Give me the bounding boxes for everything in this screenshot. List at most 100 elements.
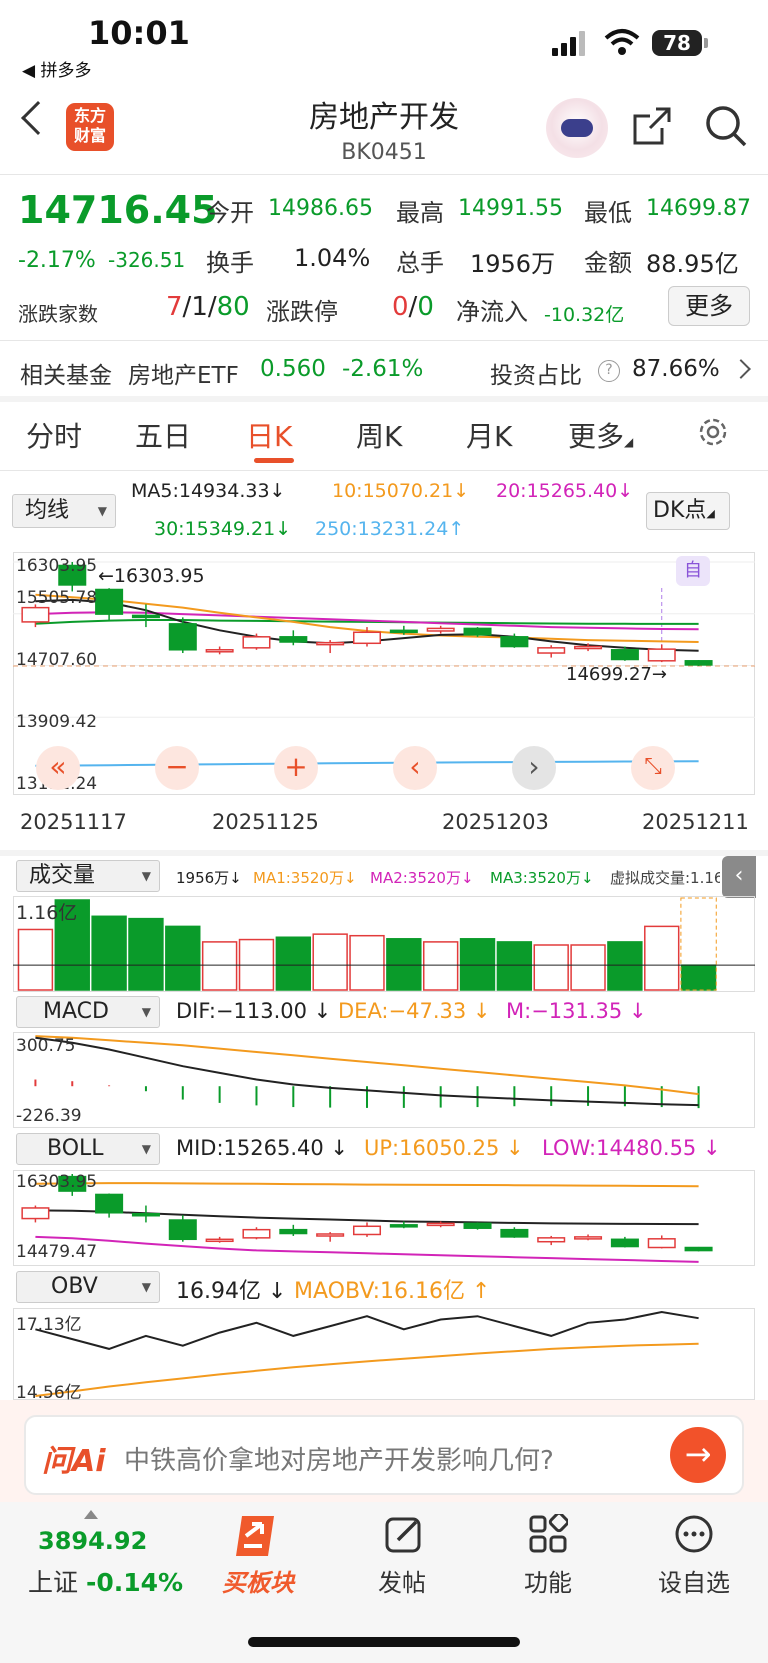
amount-value: 88.95亿 bbox=[646, 250, 739, 278]
add-watchlist-icon[interactable] bbox=[674, 1514, 714, 1554]
expand-up-icon[interactable] bbox=[84, 1510, 98, 1519]
amount-label: 金额 bbox=[584, 249, 632, 277]
back-to-app-link[interactable]: ◀ 拼多多 bbox=[22, 56, 91, 81]
low-label: 最低 bbox=[584, 199, 632, 227]
boll-chart[interactable] bbox=[13, 1170, 755, 1266]
price-candle-body bbox=[205, 649, 234, 653]
nav-post[interactable]: 发帖 bbox=[352, 1563, 452, 1598]
search-icon[interactable] bbox=[704, 104, 748, 148]
zoom-in-button[interactable]: + bbox=[274, 746, 318, 790]
investment-ratio-value: 87.66% bbox=[632, 356, 720, 382]
functions-grid-icon[interactable] bbox=[528, 1514, 568, 1554]
scroll-right-button[interactable]: › bbox=[512, 746, 556, 790]
index-quote[interactable]: 上证 -0.14% bbox=[28, 1563, 183, 1599]
price-candle-body bbox=[95, 588, 124, 615]
volume-chart[interactable] bbox=[13, 896, 755, 992]
index-value[interactable]: 3894.92 bbox=[38, 1527, 147, 1555]
obv-dropdown[interactable]: OBV ▼ bbox=[16, 1271, 160, 1303]
macd-chart[interactable] bbox=[13, 1032, 755, 1128]
volume-bar bbox=[386, 938, 422, 991]
down-count: 80 bbox=[216, 292, 250, 322]
volume-dropdown[interactable]: 成交量 ▼ bbox=[16, 860, 160, 892]
ma-dropdown[interactable]: 均线 ▼ bbox=[12, 494, 116, 528]
dropdown-arrow-icon: ▼ bbox=[97, 504, 107, 518]
turnover-value: 1.04% bbox=[294, 244, 371, 272]
tab-more[interactable]: 更多◢ bbox=[568, 415, 633, 455]
scroll-left-button[interactable]: ‹ bbox=[393, 746, 437, 790]
volume-bar bbox=[312, 933, 348, 991]
low-value: 14699.87 bbox=[646, 196, 751, 221]
ma250-line bbox=[35, 760, 699, 767]
nav-buy-sector[interactable]: 买板块 bbox=[208, 1563, 308, 1598]
obv-chart[interactable] bbox=[13, 1308, 755, 1400]
volume-bar bbox=[275, 936, 312, 991]
price-candle-body bbox=[426, 627, 455, 632]
boll-candle-body bbox=[426, 1222, 455, 1227]
price-candle-body bbox=[389, 629, 418, 634]
nav-functions[interactable]: 功能 bbox=[498, 1563, 598, 1598]
help-icon[interactable]: ? bbox=[598, 360, 620, 382]
macd-dropdown[interactable]: MACD ▼ bbox=[16, 996, 160, 1028]
ai-prompt-text[interactable]: 中铁高价拿地对房地产开发影响几何? bbox=[124, 1440, 554, 1477]
share-icon[interactable] bbox=[632, 106, 672, 146]
macd-y-top: 300.75 bbox=[16, 1036, 76, 1056]
caret-icon: ◢ bbox=[706, 507, 715, 520]
inflow-label: 净流入 bbox=[456, 298, 528, 326]
date-label-3: 20251203 bbox=[442, 810, 549, 834]
volume-bar bbox=[349, 934, 385, 991]
related-fund-row[interactable]: 相关基金 房地产ETF 0.560 -2.61% 投资占比 ? 87.66% bbox=[0, 346, 768, 396]
nav-watchlist[interactable]: 设自选 bbox=[644, 1563, 744, 1598]
ai-submit-arrow-icon[interactable]: → bbox=[670, 1427, 726, 1483]
index-change: -0.14% bbox=[85, 1568, 184, 1597]
compose-post-icon[interactable] bbox=[384, 1514, 424, 1554]
boll-dropdown[interactable]: BOLL ▼ bbox=[16, 1133, 160, 1165]
chevron-right-icon bbox=[731, 359, 751, 379]
buy-sector-icon[interactable] bbox=[232, 1512, 284, 1560]
tab-five-day[interactable]: 五日 bbox=[135, 415, 191, 455]
volume-ma2: MA2:3520万↓ bbox=[370, 869, 474, 887]
obv-y-top: 17.13亿 bbox=[16, 1315, 82, 1335]
open-value: 14986.65 bbox=[268, 196, 373, 221]
dropdown-arrow-icon: ▼ bbox=[141, 1005, 151, 1019]
section-gap bbox=[0, 850, 768, 856]
self-select-marker[interactable]: 自 bbox=[676, 556, 710, 586]
price-candle-body bbox=[242, 636, 271, 649]
limit-label: 涨跌停 bbox=[266, 298, 338, 326]
volume-dropdown-label: 成交量 bbox=[29, 863, 96, 888]
dropdown-arrow-icon: ▼ bbox=[141, 1280, 151, 1294]
volume-value: 1956万 bbox=[470, 250, 556, 278]
more-button[interactable]: 更多 bbox=[668, 286, 750, 326]
zoom-out-button[interactable]: − bbox=[155, 746, 199, 790]
wifi-icon bbox=[604, 29, 640, 55]
price-y-label-2: 15505.78 bbox=[16, 588, 98, 608]
boll-candle-body bbox=[500, 1228, 529, 1238]
scroll-start-button[interactable]: « bbox=[36, 746, 80, 790]
settings-gear-icon[interactable] bbox=[695, 414, 731, 450]
ma250-legend: 250:13231.24↑ bbox=[315, 518, 465, 540]
tab-daily-k[interactable]: 日K bbox=[246, 415, 292, 455]
dk-point-label: DK点 bbox=[653, 498, 707, 523]
ma5-legend: MA5:14934.33↓ bbox=[131, 480, 286, 502]
tab-intraday[interactable]: 分时 bbox=[26, 415, 82, 455]
boll-candle-body bbox=[463, 1222, 492, 1229]
volume-bar bbox=[165, 925, 201, 991]
tab-monthly-k[interactable]: 月K bbox=[466, 415, 512, 455]
boll-candle-body bbox=[574, 1236, 603, 1240]
investment-ratio-label: 投资占比 bbox=[490, 363, 582, 389]
boll-up: UP:16050.25 ↓ bbox=[364, 1136, 524, 1160]
low-marker: 14699.27→ bbox=[566, 664, 667, 685]
date-label-4: 20251211 bbox=[642, 810, 749, 834]
tab-weekly-k[interactable]: 周K bbox=[356, 415, 402, 455]
fullscreen-button[interactable]: ⤡ bbox=[631, 746, 675, 790]
high-label: 最高 bbox=[396, 199, 444, 227]
current-price: 14716.45 bbox=[18, 188, 218, 232]
boll-lower-line bbox=[35, 1235, 699, 1263]
dk-point-button[interactable]: DK点◢ bbox=[646, 492, 730, 530]
volume-bar bbox=[201, 941, 238, 991]
dea-line bbox=[35, 1035, 699, 1096]
high-marker: ←16303.95 bbox=[98, 565, 205, 587]
chart-frame bbox=[13, 1032, 755, 1128]
maobv-value: MAOBV:16.16亿 ↑ bbox=[294, 1279, 491, 1304]
collapse-panel-button[interactable]: ‹ bbox=[722, 856, 756, 898]
boll-candle-body bbox=[684, 1246, 713, 1252]
